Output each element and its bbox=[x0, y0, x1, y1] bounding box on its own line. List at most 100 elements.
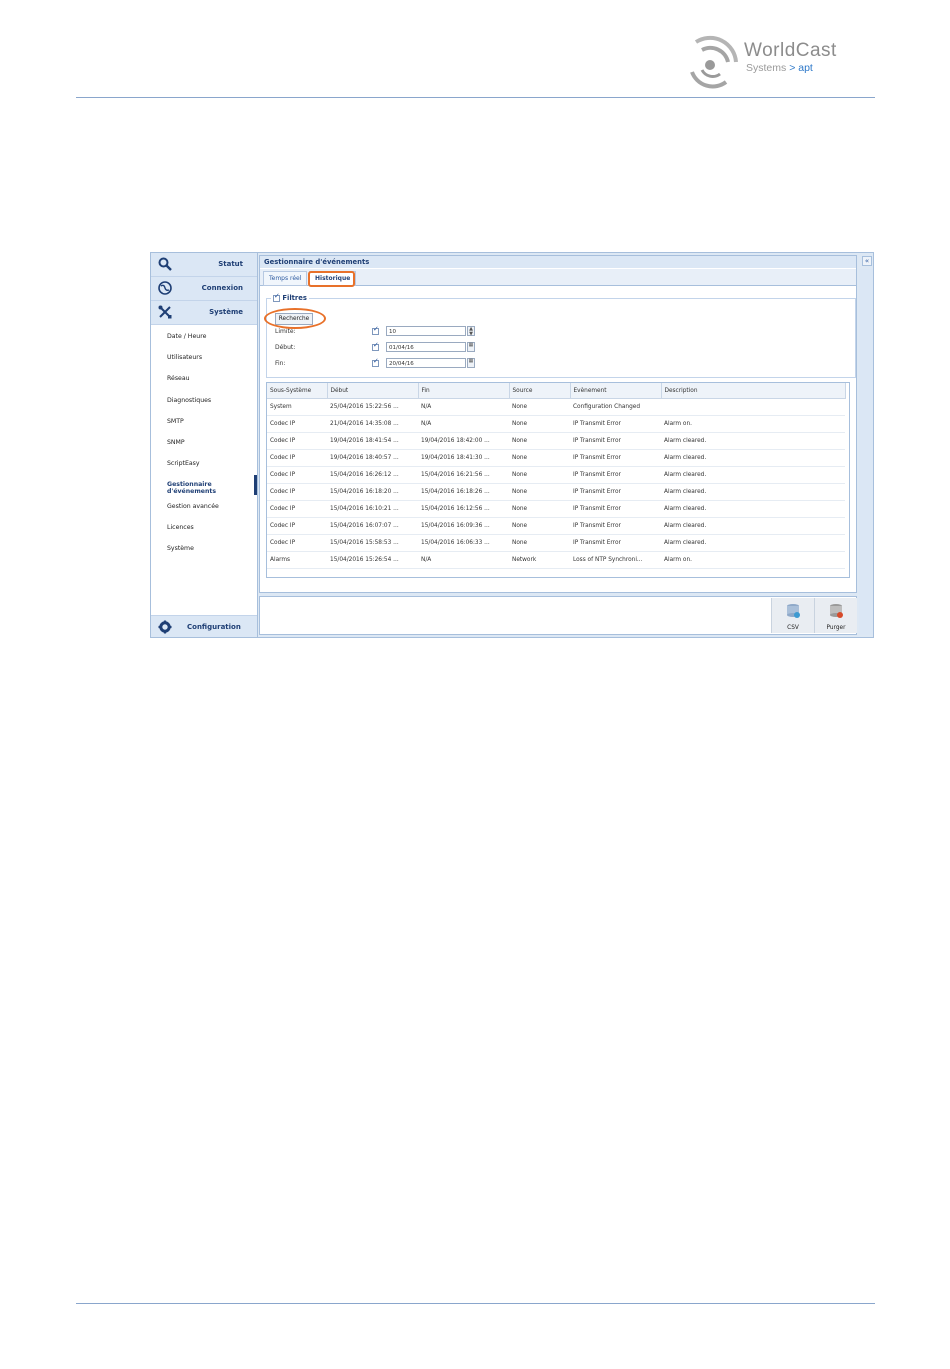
column-header[interactable]: Description bbox=[661, 383, 846, 399]
table-cell: Alarm cleared. bbox=[661, 500, 845, 518]
table-row[interactable]: Codec IP 15/04/2016 16:07:07 ... 15/04/201… bbox=[267, 517, 845, 535]
column-header[interactable]: Fin bbox=[418, 383, 510, 399]
calendar-icon[interactable]: ▦ bbox=[467, 342, 475, 352]
table-cell bbox=[661, 398, 845, 416]
table-cell: None bbox=[509, 517, 570, 535]
table-row[interactable]: Alarms 15/04/2016 15:26:54 ... N/A Network L… bbox=[267, 551, 845, 569]
table-cell: N/A bbox=[418, 551, 509, 569]
table-cell: Alarm on. bbox=[661, 551, 845, 569]
purge-button[interactable]: Purger bbox=[814, 598, 857, 633]
table-cell: Alarm on. bbox=[661, 415, 845, 433]
collapse-icon[interactable]: « bbox=[862, 256, 872, 266]
table-row[interactable]: Codec IP 15/04/2016 16:18:20 ... 15/04/201… bbox=[267, 483, 845, 501]
globe-icon bbox=[158, 281, 172, 295]
sidebar-item-statut[interactable]: Statut bbox=[151, 253, 257, 277]
sidebar-subitem[interactable]: Réseau bbox=[167, 375, 190, 382]
panel-title: Gestionnaire d'événements bbox=[260, 256, 856, 268]
limit-label: Limite: bbox=[275, 328, 296, 335]
limit-field[interactable]: 10 bbox=[386, 326, 466, 336]
table-row[interactable]: Codec IP 15/04/2016 15:58:53 ... 15/04/201… bbox=[267, 534, 845, 552]
logo-subtitle: Systems > apt bbox=[746, 62, 813, 74]
table-cell: Codec IP bbox=[267, 534, 327, 552]
table-cell: Codec IP bbox=[267, 500, 327, 518]
active-indicator bbox=[254, 475, 257, 495]
start-label: Début: bbox=[275, 344, 296, 351]
table-cell: 15/04/2016 16:12:56 ... bbox=[418, 500, 509, 518]
table-row[interactable]: Codec IP 15/04/2016 16:26:12 ... 15/04/201… bbox=[267, 466, 845, 484]
gear-icon bbox=[158, 620, 172, 634]
table-cell: Codec IP bbox=[267, 483, 327, 501]
csv-export-icon bbox=[787, 604, 800, 618]
start-date-field[interactable]: 01/04/16 bbox=[386, 342, 466, 352]
column-header[interactable]: Début bbox=[327, 383, 419, 399]
worldcast-logo-icon bbox=[690, 35, 738, 89]
table-cell: N/A bbox=[418, 398, 509, 416]
filters-toggle-checkbox[interactable] bbox=[273, 292, 280, 302]
table-row[interactable]: Codec IP 21/04/2016 14:35:08 ... N/A None IP… bbox=[267, 415, 845, 433]
table-cell: None bbox=[509, 415, 570, 433]
table-cell: None bbox=[509, 466, 570, 484]
filters-legend[interactable]: Filtres bbox=[271, 292, 309, 302]
table-row[interactable]: Codec IP 19/04/2016 18:41:54 ... 19/04/201… bbox=[267, 432, 845, 450]
sidebar-subitem[interactable]: Gestion avancée bbox=[167, 503, 219, 510]
logo-brand: WorldCast bbox=[744, 40, 837, 61]
sidebar-item-systeme[interactable]: Système bbox=[151, 301, 257, 325]
limit-spinner[interactable]: ▲ ▼ bbox=[467, 326, 475, 337]
table-cell: Alarm cleared. bbox=[661, 466, 845, 484]
table-cell: 19/04/2016 18:42:00 ... bbox=[418, 432, 509, 450]
header-rule bbox=[76, 97, 875, 98]
sidebar-item-connexion[interactable]: Connexion bbox=[151, 277, 257, 301]
table-row[interactable]: Codec IP 15/04/2016 16:10:21 ... 15/04/201… bbox=[267, 500, 845, 518]
table-cell: 25/04/2016 15:22:56 ... bbox=[327, 398, 418, 416]
sidebar-subitem[interactable]: ScriptEasy bbox=[167, 460, 200, 467]
table-cell: Alarm cleared. bbox=[661, 483, 845, 501]
table-cell: IP Transmit Error bbox=[570, 466, 661, 484]
column-header[interactable]: Evènement bbox=[570, 383, 662, 399]
table-cell: IP Transmit Error bbox=[570, 534, 661, 552]
table-row[interactable]: System 25/04/2016 15:22:56 ... N/A None Conf… bbox=[267, 398, 845, 416]
table-cell: Codec IP bbox=[267, 415, 327, 433]
sidebar-subitem[interactable]: SNMP bbox=[167, 439, 185, 446]
table-cell: 15/04/2016 15:26:54 ... bbox=[327, 551, 418, 569]
table-cell: None bbox=[509, 500, 570, 518]
sidebar-subitem[interactable]: SMTP bbox=[167, 418, 184, 425]
table-cell: IP Transmit Error bbox=[570, 449, 661, 467]
table-cell: None bbox=[509, 398, 570, 416]
table-row[interactable]: Codec IP 19/04/2016 18:40:57 ... 19/04/201… bbox=[267, 449, 845, 467]
table-cell: IP Transmit Error bbox=[570, 432, 661, 450]
table-header: Sous-Système Début Fin Source Evènement … bbox=[267, 383, 846, 399]
events-table: Sous-Système Début Fin Source Evènement … bbox=[266, 382, 850, 578]
tab-temps-reel[interactable]: Temps réel bbox=[263, 271, 308, 286]
sidebar-subitem[interactable]: Date / Heure bbox=[167, 333, 206, 340]
end-checkbox[interactable] bbox=[372, 357, 379, 367]
start-checkbox[interactable] bbox=[372, 341, 379, 351]
table-cell: Network bbox=[509, 551, 570, 569]
table-cell: 15/04/2016 16:18:20 ... bbox=[327, 483, 418, 501]
table-cell: None bbox=[509, 449, 570, 467]
sidebar-subitem-active[interactable]: Gestionnaire d'événements bbox=[167, 481, 257, 495]
table-cell: 15/04/2016 16:18:26 ... bbox=[418, 483, 509, 501]
event-manager-panel: Gestionnaire d'événements Temps réel His… bbox=[259, 255, 857, 593]
highlight-ring-tab bbox=[308, 271, 355, 287]
column-header[interactable]: Source bbox=[509, 383, 571, 399]
column-header[interactable]: Sous-Système bbox=[267, 383, 328, 399]
table-cell: 15/04/2016 16:07:07 ... bbox=[327, 517, 418, 535]
limit-checkbox[interactable] bbox=[372, 325, 379, 335]
end-date-field[interactable]: 20/04/16 bbox=[386, 358, 466, 368]
sidebar-item-configuration[interactable]: Configuration bbox=[151, 615, 257, 637]
table-cell: Alarm cleared. bbox=[661, 517, 845, 535]
sidebar-subitem[interactable]: Licences bbox=[167, 524, 194, 531]
csv-button[interactable]: CSV bbox=[771, 598, 814, 633]
sidebar: Statut Connexion Système Date / Heure Ut… bbox=[151, 253, 258, 637]
table-cell: Codec IP bbox=[267, 449, 327, 467]
sidebar-subitem[interactable]: Utilisateurs bbox=[167, 354, 202, 361]
table-cell: Configuration Changed bbox=[570, 398, 661, 416]
calendar-icon[interactable]: ▦ bbox=[467, 358, 475, 368]
table-cell: 15/04/2016 16:26:12 ... bbox=[327, 466, 418, 484]
table-cell: IP Transmit Error bbox=[570, 500, 661, 518]
table-cell: Loss of NTP Synchroni... bbox=[570, 551, 661, 569]
bottom-toolbar: CSV Purger bbox=[259, 596, 857, 635]
sidebar-subitem[interactable]: Diagnostiques bbox=[167, 397, 211, 404]
table-cell: Codec IP bbox=[267, 466, 327, 484]
sidebar-subitem[interactable]: Système bbox=[167, 545, 194, 552]
